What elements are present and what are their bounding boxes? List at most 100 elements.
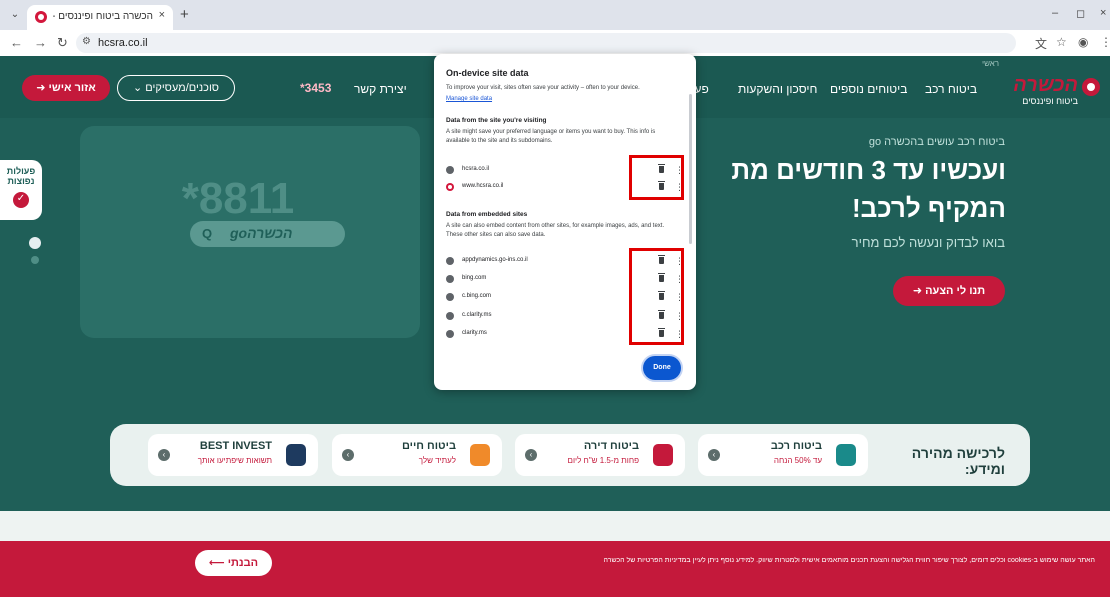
cookie-banner: הבנתי ⟵ האתר עושה שימוש ב-cookies וכלים … [0, 541, 1110, 597]
quick-card-car-insurance[interactable]: ביטוח רכב עד 50% הנחה ‹ [698, 434, 868, 476]
quick-card-name: ביטוח דירה [583, 440, 639, 452]
carousel-dot-active[interactable] [29, 237, 41, 249]
get-quote-label: תנו לי הצעה [925, 285, 986, 297]
url-text: hcsra.co.il [98, 37, 148, 49]
chevron-left-icon: ‹ [342, 449, 354, 461]
manage-site-data-link[interactable]: Manage site data [446, 96, 492, 102]
window-close-icon[interactable]: × [1100, 7, 1106, 19]
browser-menu-icon[interactable]: ⋮ [1100, 35, 1110, 49]
nav-contact[interactable]: יצירת קשר [354, 82, 407, 96]
quick-card-home-insurance[interactable]: ביטוח דירה פחות מ-1.5 ש"ח ליום ‹ [515, 434, 685, 476]
tab-search-icon[interactable]: ⌄ [8, 8, 22, 22]
highlight-box-embedded [629, 248, 684, 345]
car-icon [836, 444, 856, 466]
done-button[interactable]: Done [643, 356, 681, 380]
site-name: bing.com [462, 275, 487, 281]
maximize-icon[interactable]: ◻ [1076, 7, 1085, 20]
browser-toolbar: ← → ↻ ⚙ hcsra.co.il 文 ☆ ◉ ⋮ [0, 30, 1110, 56]
carousel-dot[interactable] [31, 256, 39, 264]
cookie-text: האתר עושה שימוש ב-cookies וכלים דומים, ל… [603, 557, 1095, 564]
hero-subtitle: ביטוח רכב עושים בהכשרה go [868, 136, 1005, 148]
quick-card-name: BEST INVEST [199, 440, 272, 452]
site-favicon-icon [446, 183, 454, 191]
hero-description: בואו לבדוק ונעשה לכם מחיר [851, 235, 1005, 250]
globe-icon [446, 293, 454, 301]
quick-card-desc: לעתיד שלך [418, 456, 456, 465]
site-name: hcsra.co.il [462, 166, 490, 172]
globe-icon [446, 166, 454, 174]
reload-icon[interactable]: ↻ [57, 35, 68, 51]
browser-tab[interactable]: הכשרה ביטוח ופיננסים - ביטוח × [27, 5, 173, 30]
new-tab-button[interactable]: + [180, 6, 189, 23]
browser-tab-bar: ⌄ הכשרה ביטוח ופיננסים - ביטוח × + – ◻ × [0, 0, 1110, 30]
breadcrumb[interactable]: ראשי [982, 59, 999, 68]
quick-card-desc: תשואות שיפתיעו אותך [197, 456, 272, 465]
dialog-intro: To improve your visit, sites often save … [446, 85, 640, 91]
hero-phone-number: *8811 [181, 174, 295, 223]
embedded-section-desc: A site can also embed content from other… [446, 223, 665, 238]
tab-title: הכשרה ביטוח ופיננסים - ביטוח [53, 11, 153, 22]
translate-icon[interactable]: 文 [1035, 35, 1047, 52]
bookmark-star-icon[interactable]: ☆ [1056, 35, 1067, 49]
profile-icon[interactable]: ◉ [1078, 35, 1088, 49]
phone-number[interactable]: *3453 [300, 81, 331, 95]
chevron-left-icon: ‹ [525, 449, 537, 461]
nav-car-insurance[interactable]: ביטוח רכב [925, 82, 977, 96]
cookie-accept-label: הבנתי [227, 557, 259, 569]
address-bar[interactable]: ⚙ hcsra.co.il [76, 33, 1016, 53]
visiting-section-desc: A site might save your preferred languag… [446, 129, 656, 144]
nav-savings-investments[interactable]: חיסכון והשקעות [738, 82, 817, 96]
nav-additional-insurance[interactable]: ביטוחים נוספים [830, 82, 907, 96]
site-info-icon[interactable]: ⚙ [82, 36, 91, 47]
forward-icon[interactable]: → [34, 35, 47, 50]
globe-icon [446, 312, 454, 320]
site-name: clarity.ms [462, 330, 487, 336]
logo-subtitle: ביטוח ופיננסים [1022, 96, 1078, 106]
site-name: c.bing.com [462, 293, 492, 299]
hero-brand-text: הכשרהgo [230, 225, 293, 241]
chevron-left-icon: ‹ [708, 449, 720, 461]
quick-card-desc: פחות מ-1.5 ש"ח ליום [567, 456, 639, 465]
quick-card-life-insurance[interactable]: ביטוח חיים לעתיד שלך ‹ [332, 434, 502, 476]
common-actions-label: פעולות נפוצות [6, 166, 36, 186]
quick-purchase-title: לרכישה מהירה ומידע: [911, 445, 1005, 477]
hero-search-pill: Q הכשרהgo [190, 221, 345, 247]
quick-card-name: ביטוח חיים [401, 440, 456, 452]
agents-employers-label: סוכנים/מעסיקים [145, 82, 220, 94]
globe-icon [446, 257, 454, 265]
agents-employers-button[interactable]: סוכנים/מעסיקים ⌄ [117, 75, 235, 101]
chart-icon [286, 444, 306, 466]
heart-icon [470, 444, 490, 466]
back-icon[interactable]: ← [10, 35, 23, 50]
quick-card-best-invest[interactable]: BEST INVEST תשואות שיפתיעו אותך ‹ [148, 434, 318, 476]
quick-card-desc: עד 50% הנחה [773, 456, 822, 465]
site-name: appdynamics.go-ins.co.il [462, 257, 528, 263]
personal-area-button[interactable]: אזור אישי ➜ [22, 75, 110, 101]
logo-name: הכשרה [1013, 74, 1078, 96]
globe-icon [446, 330, 454, 338]
quick-card-name: ביטוח רכב [770, 440, 822, 452]
logo-mark-icon [1082, 78, 1100, 96]
cookie-accept-button[interactable]: הבנתי ⟵ [195, 550, 272, 576]
get-quote-button[interactable]: תנו לי הצעה ➜ [893, 276, 1005, 306]
check-icon [13, 192, 29, 208]
site-logo[interactable]: הכשרה ביטוח ופיננסים [990, 74, 1100, 106]
visiting-section-title: Data from the site you're visiting [446, 117, 547, 124]
search-q-icon: Q [202, 226, 213, 241]
tab-close-icon[interactable]: × [159, 9, 165, 21]
site-name: www.hcsra.co.il [462, 183, 504, 189]
highlight-box-visiting [629, 155, 684, 200]
embedded-section-title: Data from embedded sites [446, 211, 528, 218]
hero-title-line2: המקיף לרכב! [851, 193, 1006, 223]
minimize-icon[interactable]: – [1052, 7, 1058, 19]
site-favicon-icon [35, 11, 47, 23]
globe-icon [446, 275, 454, 283]
common-actions-tab[interactable]: פעולות נפוצות [0, 160, 42, 220]
home-icon [653, 444, 673, 466]
chevron-left-icon: ‹ [158, 449, 170, 461]
page-bottom-section [0, 511, 1110, 541]
site-name: c.clarity.ms [462, 312, 492, 318]
dialog-scrollbar[interactable] [689, 94, 692, 244]
personal-area-label: אזור אישי [48, 82, 96, 94]
dialog-title: On-device site data [446, 68, 529, 78]
